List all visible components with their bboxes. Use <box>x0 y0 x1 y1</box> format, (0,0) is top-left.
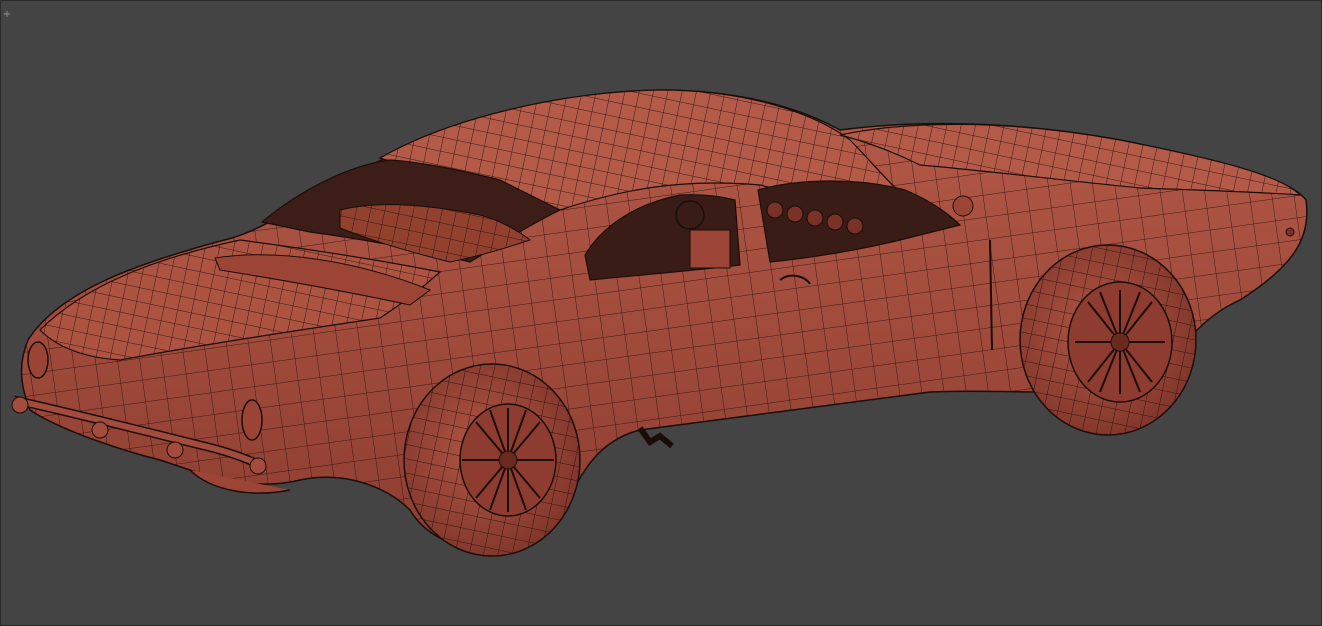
3d-viewport[interactable]: + <box>0 0 1322 626</box>
front-wheel <box>1019 244 1197 436</box>
car-wireframe-model[interactable] <box>0 0 1322 626</box>
rear-wheel <box>403 363 581 557</box>
